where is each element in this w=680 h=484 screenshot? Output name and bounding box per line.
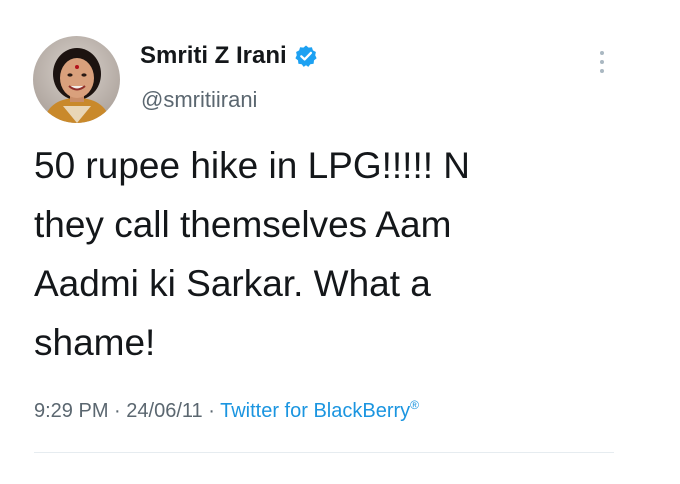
more-vertical-icon[interactable] xyxy=(596,49,608,75)
tweet-time[interactable]: 9:29 PM xyxy=(34,400,108,422)
meta-separator: · xyxy=(114,400,121,422)
profile-photo xyxy=(33,36,120,123)
verified-badge-icon xyxy=(294,44,318,68)
meta-separator: · xyxy=(208,400,215,422)
display-name[interactable]: Smriti Z Irani xyxy=(140,42,318,70)
tweet-source: Twitter for BlackBerry xyxy=(220,400,411,422)
account-handle[interactable]: @smritiirani xyxy=(141,87,257,113)
display-name-text: Smriti Z Irani xyxy=(140,42,287,69)
divider xyxy=(34,452,614,453)
tweet-card: Smriti Z Irani @smritiirani 50 rupee hik… xyxy=(0,0,680,484)
tweet-source-link[interactable]: Twitter for BlackBerry® xyxy=(220,398,419,422)
tweet-date[interactable]: 24/06/11 xyxy=(126,400,202,422)
registered-mark: ® xyxy=(410,398,419,412)
avatar[interactable] xyxy=(33,36,120,123)
tweet-meta: 9:29 PM · 24/06/11 · Twitter for BlackBe… xyxy=(34,398,419,423)
tweet-text: 50 rupee hike in LPG!!!!! N they call th… xyxy=(34,145,471,363)
